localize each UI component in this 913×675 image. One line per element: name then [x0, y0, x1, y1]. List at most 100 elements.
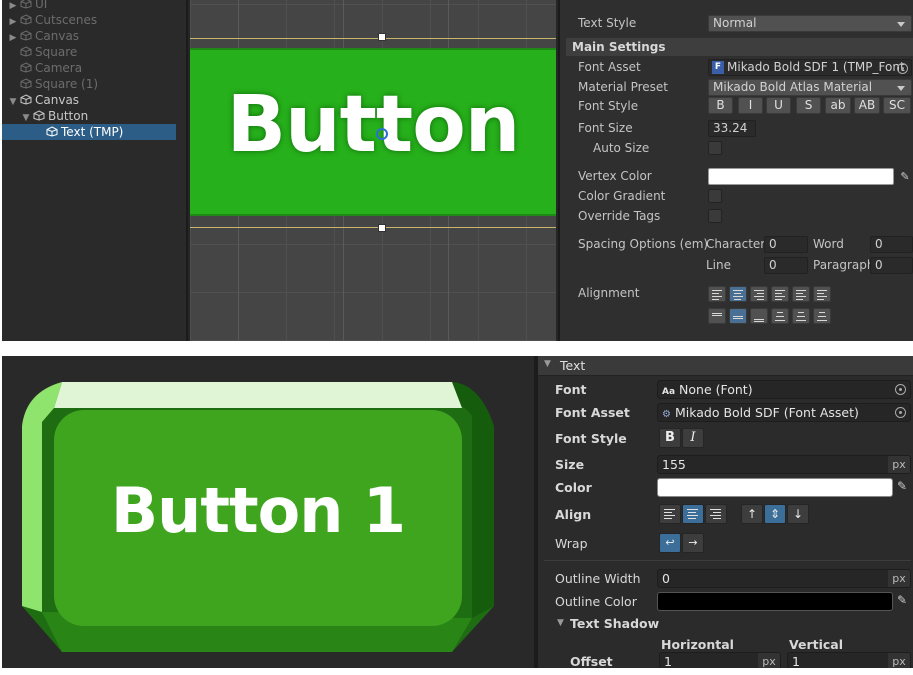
- align-vertical-button[interactable]: [771, 308, 789, 324]
- font-style-button[interactable]: U: [766, 97, 791, 114]
- font-asset-field[interactable]: ⚙ Mikado Bold SDF (Font Asset): [657, 403, 911, 422]
- vertex-color-swatch[interactable]: [708, 168, 894, 185]
- align-horizontal-button[interactable]: [813, 286, 831, 302]
- word-spacing-field[interactable]: 0: [870, 236, 913, 253]
- align-vertical-button[interactable]: [729, 308, 747, 324]
- offset-h-unit[interactable]: px: [758, 653, 780, 668]
- align-horizontal-button[interactable]: [682, 504, 704, 524]
- hierarchy-item-label: Square: [35, 45, 78, 59]
- outline-color-swatch[interactable]: [657, 592, 893, 611]
- hierarchy-item[interactable]: ▼ Canvas: [2, 92, 176, 108]
- rect-handle-top[interactable]: [378, 33, 386, 41]
- hierarchy-panel: ▶ UI ▶ Cutscenes ▶ Canvas Square Camera Square (…: [2, 0, 188, 341]
- gameobject-icon: [46, 125, 58, 137]
- align-horizontal-button[interactable]: [729, 286, 747, 302]
- size-unit[interactable]: px: [888, 456, 910, 473]
- pivot-icon[interactable]: [376, 128, 388, 140]
- font-style-label: Font Style: [555, 431, 627, 446]
- align-horizontal-button[interactable]: [792, 286, 810, 302]
- auto-size-checkbox[interactable]: [708, 141, 722, 155]
- size-field[interactable]: 155 px: [657, 455, 911, 474]
- font-size-field[interactable]: 33.24: [708, 120, 756, 137]
- rect-handle-bottom[interactable]: [378, 224, 386, 232]
- color-gradient-checkbox[interactable]: [708, 189, 722, 203]
- preview-button-text: Button 1: [110, 474, 406, 547]
- font-style-button[interactable]: AB: [854, 97, 880, 114]
- italic-button[interactable]: I: [682, 428, 704, 448]
- offset-v-unit[interactable]: px: [888, 653, 910, 668]
- eyedropper-icon[interactable]: ✎: [898, 170, 912, 184]
- font-size-label: Font Size: [578, 121, 633, 135]
- hierarchy-item[interactable]: ▶ UI: [2, 0, 176, 12]
- font-style-button[interactable]: I: [738, 97, 763, 114]
- hierarchy-item-label: Text (TMP): [61, 125, 124, 139]
- panel-divider[interactable]: [534, 356, 538, 668]
- character-spacing-field[interactable]: 0: [764, 236, 808, 253]
- font-style-button[interactable]: S: [796, 97, 821, 114]
- hierarchy-item[interactable]: Square (1): [2, 76, 176, 92]
- main-settings-header[interactable]: Main Settings: [566, 38, 913, 56]
- hierarchy-item[interactable]: ▶ Cutscenes: [2, 12, 176, 28]
- hierarchy-item[interactable]: Camera: [2, 60, 176, 76]
- material-preset-label: Material Preset: [578, 80, 668, 94]
- hierarchy-item-label: Cutscenes: [35, 13, 98, 27]
- font-style-button[interactable]: B: [708, 97, 733, 114]
- align-horizontal-button[interactable]: [750, 286, 768, 302]
- text-shadow-label[interactable]: Text Shadow: [570, 616, 659, 631]
- paragraph-spacing-field[interactable]: 0: [870, 257, 913, 274]
- align-vertical-button[interactable]: ⇕: [764, 504, 786, 524]
- hierarchy-item[interactable]: ▼ Button: [2, 108, 176, 124]
- object-picker-icon[interactable]: [895, 384, 906, 395]
- outline-width-field[interactable]: 0 px: [657, 569, 911, 588]
- hierarchy-item[interactable]: Square: [2, 44, 176, 60]
- font-style-label: Font Style: [578, 99, 639, 113]
- offset-horizontal-field[interactable]: 1 px: [659, 652, 781, 668]
- word-label: Word: [813, 237, 844, 251]
- eyedropper-icon[interactable]: ✎: [897, 593, 907, 607]
- font-asset-label: Font Asset: [578, 60, 641, 74]
- material-preset-dropdown[interactable]: Mikado Bold Atlas Material: [708, 79, 912, 96]
- align-label: Align: [555, 507, 592, 522]
- gameobject-icon: [33, 109, 45, 121]
- align-vertical-button[interactable]: [750, 308, 768, 324]
- align-vertical-button[interactable]: [813, 308, 831, 324]
- wrap-on-button[interactable]: ↩: [659, 533, 681, 553]
- align-vertical-button[interactable]: [792, 308, 810, 324]
- font-style-button[interactable]: SC: [883, 97, 911, 114]
- hierarchy-item[interactable]: Text (TMP): [2, 124, 176, 140]
- hierarchy-item[interactable]: ▶ Canvas: [2, 28, 176, 44]
- outline-width-unit[interactable]: px: [888, 570, 910, 587]
- hierarchy-item-label: Square (1): [35, 77, 99, 91]
- align-vertical-button[interactable]: ↑: [741, 504, 763, 524]
- uitk-editor-screenshot: Button 1 ▼ Text Font Aa None (Font) Font…: [2, 356, 913, 668]
- text-section-header[interactable]: ▼ Text: [538, 356, 913, 376]
- align-vertical-button[interactable]: ↓: [787, 504, 809, 524]
- scene-view[interactable]: Button: [190, 0, 556, 341]
- object-picker-icon[interactable]: [897, 63, 908, 74]
- divider: [544, 560, 911, 561]
- eyedropper-icon[interactable]: ✎: [897, 479, 907, 493]
- line-spacing-field[interactable]: 0: [764, 257, 808, 274]
- align-horizontal-button[interactable]: [659, 504, 681, 524]
- hierarchy-item-label: UI: [35, 0, 48, 11]
- offset-vertical-field[interactable]: 1 px: [787, 652, 911, 668]
- align-vertical-button[interactable]: [708, 308, 726, 324]
- align-horizontal-button[interactable]: [708, 286, 726, 302]
- object-picker-icon[interactable]: [895, 407, 906, 418]
- font-asset-field[interactable]: F Mikado Bold SDF 1 (TMP_Font: [708, 59, 912, 76]
- override-tags-checkbox[interactable]: [708, 209, 722, 223]
- font-asset-label: Font Asset: [555, 405, 630, 420]
- color-swatch[interactable]: [657, 478, 893, 497]
- font-style-button[interactable]: ab: [825, 97, 851, 114]
- button-preview[interactable]: Button 1: [2, 356, 534, 668]
- foldout-arrow-icon[interactable]: ▼: [557, 618, 564, 628]
- align-horizontal-button[interactable]: [771, 286, 789, 302]
- bold-button[interactable]: B: [659, 428, 681, 448]
- align-horizontal-button[interactable]: [705, 504, 727, 524]
- font-field[interactable]: Aa None (Font): [657, 380, 911, 399]
- gameobject-icon: [20, 29, 32, 41]
- text-style-dropdown[interactable]: Normal: [708, 15, 912, 32]
- wrap-off-button[interactable]: →: [682, 533, 704, 553]
- font-label: Font: [555, 382, 587, 397]
- outline-width-label: Outline Width: [555, 571, 641, 586]
